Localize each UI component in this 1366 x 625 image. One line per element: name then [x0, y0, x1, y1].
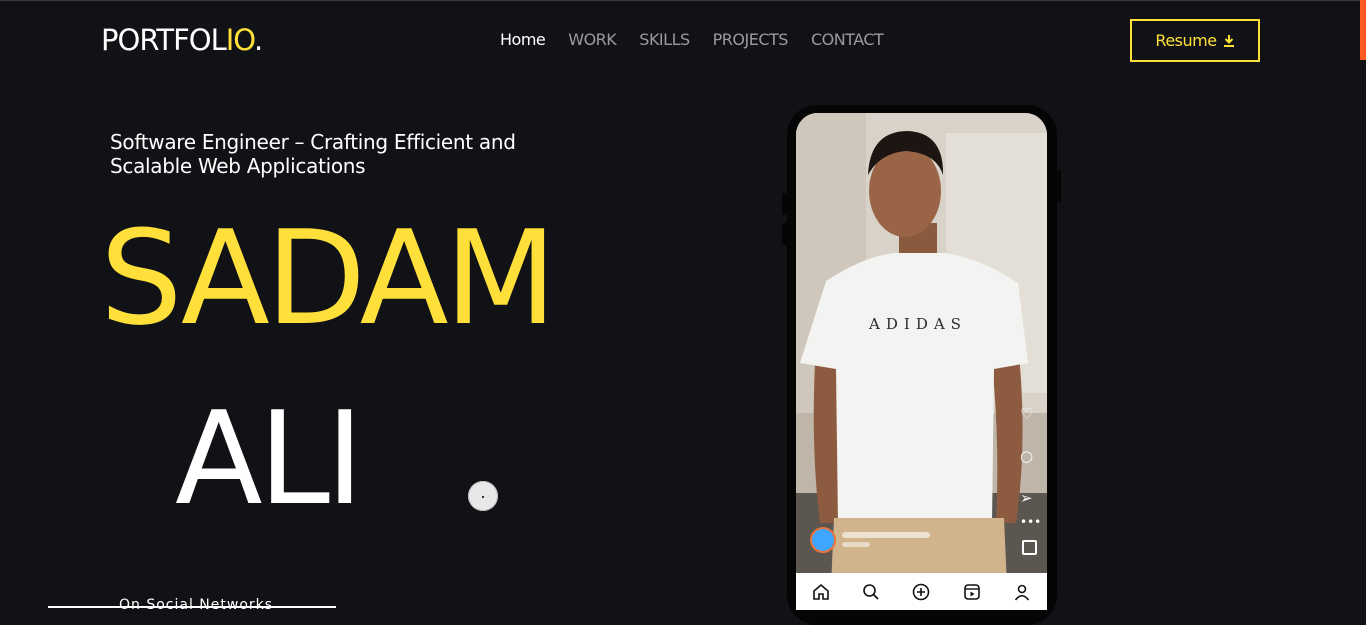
avatar[interactable]	[810, 527, 836, 553]
caption-placeholder	[842, 542, 870, 547]
nav-work[interactable]: WORK	[568, 30, 617, 50]
phone-side-button	[782, 193, 788, 215]
logo-dot: .	[253, 23, 263, 57]
add-icon[interactable]	[910, 581, 932, 603]
send-icon[interactable]: ➢	[1020, 490, 1033, 506]
social-divider	[48, 606, 336, 608]
search-icon[interactable]	[860, 581, 882, 603]
hero-first-name: SADAM	[100, 202, 557, 354]
shirt-print: ADIDAS	[868, 315, 967, 333]
nav-projects[interactable]: PROJECTS	[713, 30, 789, 50]
nav-contact[interactable]: CONTACT	[811, 30, 884, 50]
social-label: On Social Networks	[119, 597, 274, 613]
phone-bottom-nav	[796, 573, 1047, 610]
shirt-text: ADIDAS	[868, 315, 967, 333]
logo[interactable]: PORTFOLIO.	[101, 22, 263, 58]
main-nav: Home WORK SKILLS PROJECTS CONTACT	[500, 30, 884, 50]
reels-icon[interactable]	[961, 581, 983, 603]
hero-tagline: Software Engineer – Crafting Efficient a…	[110, 130, 516, 178]
logo-main: PORTFOL	[101, 23, 227, 57]
phone-side-button	[782, 223, 788, 245]
hero-last-name: ALI	[175, 385, 364, 534]
scrollbar-thumb[interactable]	[1360, 0, 1366, 60]
cursor-follower	[468, 481, 498, 511]
home-icon[interactable]	[810, 581, 832, 603]
resume-button[interactable]: Resume	[1130, 19, 1260, 62]
heart-icon[interactable]: ♡	[1020, 406, 1033, 422]
top-border	[0, 0, 1366, 1]
reel-author-row	[810, 527, 1040, 555]
profile-icon[interactable]	[1011, 581, 1033, 603]
audio-thumbnail-icon[interactable]	[1022, 540, 1037, 555]
comment-icon[interactable]: ○	[1020, 448, 1033, 464]
logo-accent: IO	[225, 23, 255, 57]
nav-home[interactable]: Home	[500, 30, 546, 50]
resume-label: Resume	[1155, 31, 1217, 50]
author-name-placeholder	[842, 532, 930, 538]
nav-skills[interactable]: SKILLS	[639, 30, 690, 50]
phone-power-button	[1055, 170, 1061, 202]
download-icon	[1223, 34, 1235, 47]
